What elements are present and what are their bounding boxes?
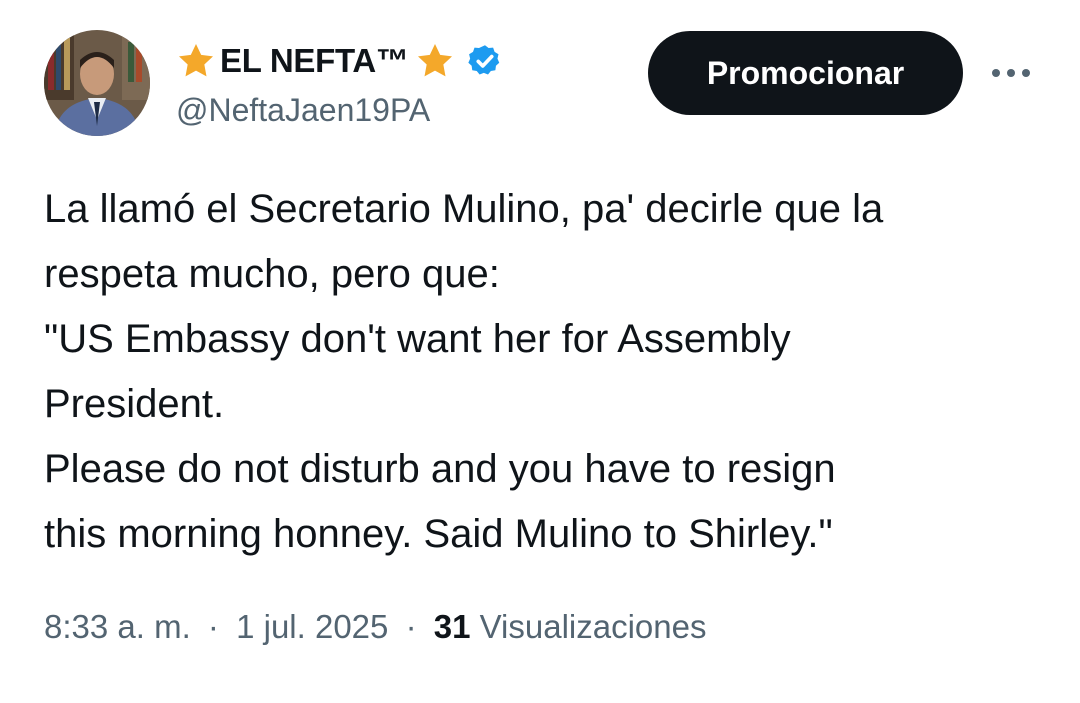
- author-handle[interactable]: @NeftaJaen19PA: [176, 92, 503, 129]
- tweet-date[interactable]: 1 jul. 2025: [236, 608, 388, 645]
- author-name-row[interactable]: EL NEFTA™: [176, 36, 503, 86]
- tweet-text: La llamó el Secretario Mulino, pa' decir…: [44, 177, 1044, 567]
- star-icon: [176, 41, 216, 81]
- verified-badge-icon[interactable]: [467, 43, 503, 79]
- star-icon: [415, 41, 455, 81]
- views-label[interactable]: Visualizaciones: [480, 608, 707, 645]
- tweet-meta: 8:33 a. m. · 1 jul. 2025 · 31 Visualizac…: [44, 608, 706, 646]
- tweet-text-line: President.: [44, 382, 225, 426]
- tweet-text-line: La llamó el Secretario Mulino, pa' decir…: [44, 187, 884, 231]
- avatar-image: [44, 30, 150, 136]
- tweet-text-line: Please do not disturb and you have to re…: [44, 447, 836, 491]
- tweet-text-line: this morning honney. Said Mulino to Shir…: [44, 512, 833, 556]
- meta-separator: ·: [207, 608, 219, 645]
- tweet-text-line: "US Embassy don't want her for Assembly: [44, 317, 791, 361]
- author-info: EL NEFTA™ @NeftaJaen19PA: [176, 36, 503, 156]
- tweet-time[interactable]: 8:33 a. m.: [44, 608, 191, 645]
- author-avatar[interactable]: [44, 30, 150, 136]
- promote-button[interactable]: Promocionar: [648, 31, 963, 115]
- tweet-text-line: respeta mucho, pero que:: [44, 252, 500, 296]
- meta-separator: ·: [405, 608, 417, 645]
- views-count[interactable]: 31: [434, 608, 471, 645]
- more-options-icon[interactable]: [986, 55, 1036, 91]
- author-display-name[interactable]: EL NEFTA™: [220, 42, 409, 80]
